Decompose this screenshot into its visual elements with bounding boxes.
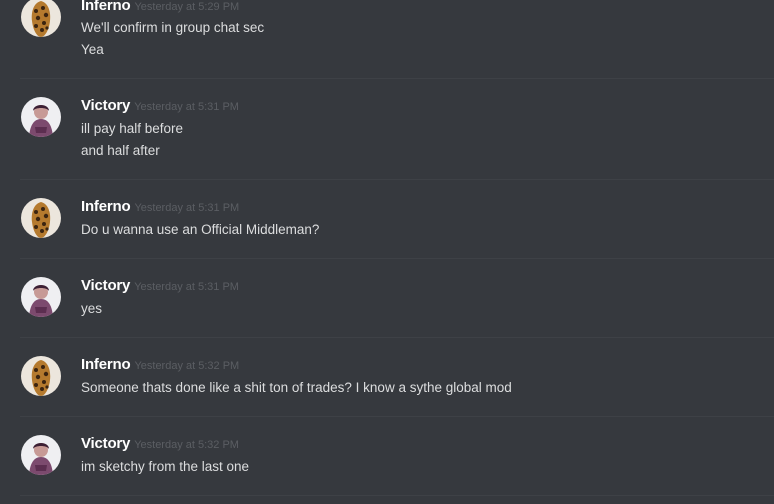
username[interactable]: Victory [81,277,130,294]
message-header: Inferno Yesterday at 5:29 PM [81,0,239,16]
message-header: Victory Yesterday at 5:31 PM [81,277,239,296]
message-header: Victory Yesterday at 5:31 PM [81,97,239,116]
username[interactable]: Inferno [81,0,131,14]
timestamp: Yesterday at 5:31 PM [134,281,239,293]
leopard-avatar-icon[interactable] [21,198,61,238]
chat-messages[interactable]: Inferno Yesterday at 5:29 PM We'll confir… [0,0,774,504]
timestamp: Yesterday at 5:29 PM [134,1,240,13]
message-text: We'll confirm in group chat sec [81,20,265,35]
message-divider [20,258,774,259]
message-header: Victory Yesterday at 5:32 PM [81,435,239,454]
message-divider [20,179,774,180]
timestamp: Yesterday at 5:32 PM [134,360,240,372]
message-text: ill pay half before [81,121,184,136]
username[interactable]: Victory [81,435,130,452]
username[interactable]: Inferno [81,356,131,373]
leopard-avatar-icon[interactable] [21,356,61,396]
message-text: yes [81,301,103,316]
message-text: Do u wanna use an Official Middleman? [81,222,320,237]
message-header: Inferno Yesterday at 5:32 PM [81,356,239,375]
message-divider [20,78,774,79]
victory-avatar-icon[interactable] [21,435,61,475]
leopard-avatar-icon[interactable] [21,0,61,37]
timestamp: Yesterday at 5:32 PM [134,439,239,451]
message-text: Yea [81,42,104,57]
message-text: and half after [81,143,160,158]
timestamp: Yesterday at 5:31 PM [134,101,239,113]
victory-avatar-icon[interactable] [21,97,61,137]
message-divider [20,495,774,496]
message-divider [20,337,774,338]
timestamp: Yesterday at 5:31 PM [134,202,240,214]
message-text: Someone thats done like a shit ton of tr… [81,380,512,395]
victory-avatar-icon[interactable] [21,277,61,317]
username[interactable]: Inferno [81,198,131,215]
username[interactable]: Victory [81,97,130,114]
message-text: im sketchy from the last one [81,459,250,474]
message-divider [20,416,774,417]
message-header: Inferno Yesterday at 5:31 PM [81,198,239,217]
